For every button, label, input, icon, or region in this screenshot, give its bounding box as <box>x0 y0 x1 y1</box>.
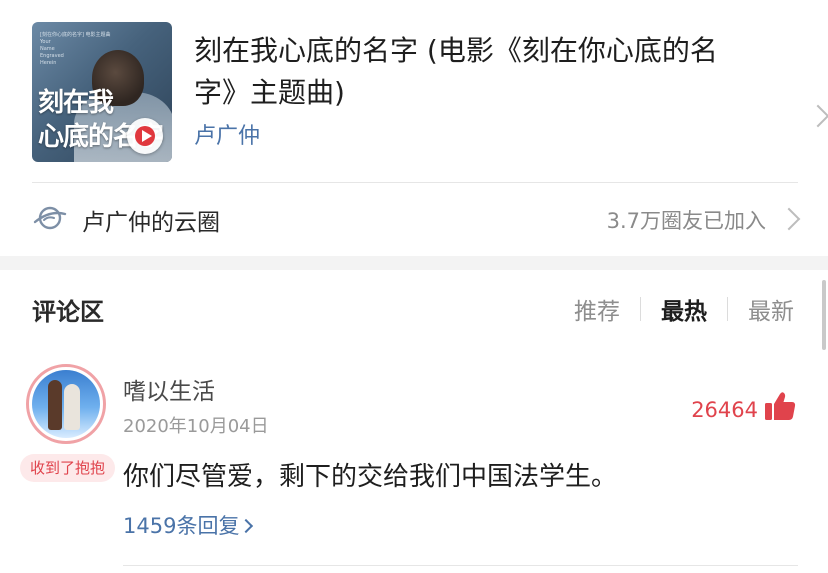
album-cover[interactable]: [刻在你心底的名字] 电影主题曲 Your Name Engraved Here… <box>32 22 172 162</box>
artist-link[interactable]: 卢广仲 <box>194 118 260 150</box>
comment-sort-tabs: 推荐 最热 最新 <box>554 292 794 326</box>
chevron-right-icon[interactable] <box>806 104 828 128</box>
like-count[interactable]: 26464 <box>691 398 758 422</box>
thumbs-up-icon[interactable] <box>764 391 796 421</box>
cloud-circle-label: 卢广仲的云圈 <box>82 210 220 236</box>
comment-username[interactable]: 嗜以生活 <box>123 372 215 406</box>
divider <box>32 182 798 183</box>
comment-text: 你们尽管爱，剩下的交给我们中国法学生。 <box>123 462 618 492</box>
comments-section-title: 评论区 <box>32 298 104 326</box>
planet-icon <box>33 206 67 230</box>
view-replies-link[interactable]: 1459条回复 <box>123 510 254 540</box>
avatar-image <box>32 370 100 438</box>
chevron-right-icon[interactable] <box>777 207 801 231</box>
avatar[interactable] <box>26 364 106 444</box>
play-icon[interactable] <box>127 118 163 154</box>
tab-newest[interactable]: 最新 <box>728 292 794 326</box>
section-separator <box>0 256 828 270</box>
comment-date: 2020年10月04日 <box>123 416 269 437</box>
tab-hottest[interactable]: 最热 <box>641 292 727 326</box>
cloud-circle-member-count: 3.7万圈友已加入 <box>606 209 766 233</box>
replies-label: 1459条回复 <box>123 514 240 538</box>
cover-small-text: [刻在你心底的名字] 电影主题曲 Your Name Engraved Here… <box>40 32 111 66</box>
song-title[interactable]: 刻在我心底的名字 (电影《刻在你心底的名字》主题曲) <box>194 30 754 114</box>
hug-badge[interactable]: 收到了抱抱 <box>20 454 116 482</box>
chevron-right-icon <box>239 518 254 533</box>
divider <box>123 565 798 566</box>
song-card[interactable]: [刻在你心底的名字] 电影主题曲 Your Name Engraved Here… <box>32 22 828 162</box>
avatar-person <box>64 384 80 430</box>
cover-title-line1: 刻在我 <box>38 88 114 118</box>
avatar-person <box>48 380 62 430</box>
cloud-circle-row[interactable]: 卢广仲的云圈 3.7万圈友已加入 <box>32 194 801 244</box>
tab-recommended[interactable]: 推荐 <box>554 292 640 326</box>
scrollbar[interactable] <box>822 280 826 350</box>
